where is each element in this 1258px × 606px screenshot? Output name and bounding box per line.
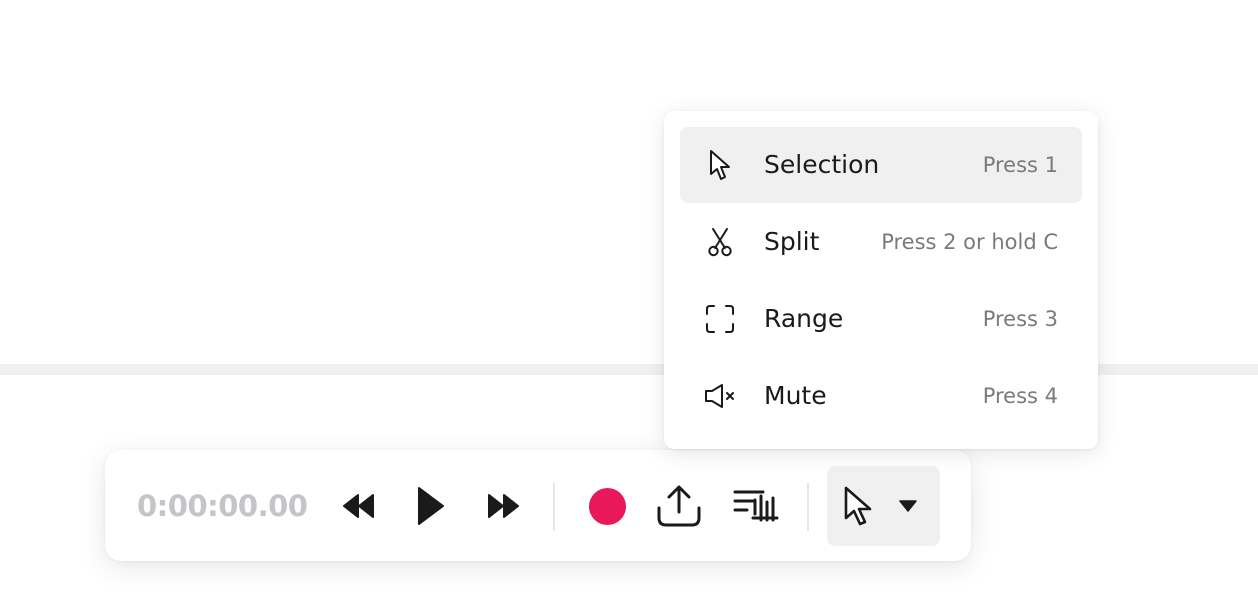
menu-item-label: Range bbox=[764, 304, 844, 333]
menu-item-mute[interactable]: Mute Press 4 bbox=[680, 358, 1082, 434]
upload-icon bbox=[657, 485, 701, 527]
rewind-button[interactable] bbox=[337, 486, 381, 526]
toolbar-separator bbox=[807, 483, 809, 531]
record-button[interactable] bbox=[585, 484, 629, 528]
menu-item-range[interactable]: Range Press 3 bbox=[680, 281, 1082, 357]
transcript-waveform-icon bbox=[733, 490, 779, 522]
editor-page: 0:00:00.00 Selection Press 1 Split Press… bbox=[0, 0, 1258, 606]
menu-item-split[interactable]: Split Press 2 or hold C bbox=[680, 204, 1082, 280]
menu-item-label: Selection bbox=[764, 150, 880, 179]
menu-item-shortcut: Press 3 bbox=[982, 307, 1058, 331]
fast-forward-button[interactable] bbox=[481, 486, 525, 526]
play-button[interactable] bbox=[409, 480, 453, 532]
waveform-button[interactable] bbox=[731, 482, 781, 530]
tool-menu: Selection Press 1 Split Press 2 or hold … bbox=[664, 111, 1098, 449]
scissors-icon bbox=[704, 226, 736, 258]
pointer-icon bbox=[704, 149, 736, 181]
menu-item-shortcut: Press 2 or hold C bbox=[881, 230, 1058, 254]
menu-item-label: Split bbox=[764, 227, 820, 256]
fast-forward-icon bbox=[488, 494, 519, 518]
export-button[interactable] bbox=[655, 482, 703, 530]
timecode-display: 0:00:00.00 bbox=[137, 489, 308, 523]
range-bracket-icon bbox=[704, 303, 736, 335]
rewind-icon bbox=[343, 494, 374, 518]
menu-item-label: Mute bbox=[764, 381, 827, 410]
menu-item-shortcut: Press 1 bbox=[982, 153, 1058, 177]
record-icon bbox=[588, 487, 626, 525]
transport-toolbar: 0:00:00.00 bbox=[105, 450, 971, 561]
tool-selector-button[interactable] bbox=[827, 466, 940, 546]
toolbar-separator bbox=[553, 483, 555, 531]
mute-speaker-icon bbox=[704, 380, 736, 412]
menu-item-selection[interactable]: Selection Press 1 bbox=[680, 127, 1082, 203]
play-icon bbox=[418, 487, 444, 525]
pointer-icon bbox=[844, 486, 872, 526]
caret-down-icon bbox=[899, 500, 917, 512]
menu-item-shortcut: Press 4 bbox=[982, 384, 1058, 408]
